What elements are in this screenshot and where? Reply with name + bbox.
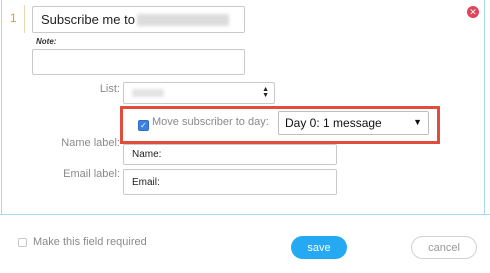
day-select-value: Day 0: 1 message <box>285 116 382 130</box>
move-subscriber-label: Move subscriber to day: <box>152 116 269 128</box>
redacted-list-value <box>132 89 164 97</box>
note-label: Note: <box>36 37 57 46</box>
list-label: List: <box>99 83 120 95</box>
name-label: Name label: <box>61 137 120 149</box>
email-label: Email label: <box>63 168 120 180</box>
redacted-list-name <box>136 13 229 26</box>
name-label-input[interactable]: Name: <box>123 144 337 165</box>
email-label-input[interactable]: Email: <box>123 169 337 195</box>
caret-down-icon: ▼ <box>413 117 422 127</box>
left-border <box>1 0 2 215</box>
email-label-value: Email: <box>132 176 160 188</box>
name-label-value: Name: <box>132 149 162 160</box>
cancel-button[interactable]: cancel <box>411 236 477 259</box>
note-input[interactable] <box>32 49 245 75</box>
save-button[interactable]: save <box>291 236 347 259</box>
close-icon[interactable]: ✕ <box>467 6 479 18</box>
select-arrows-icon: ▲ ▼ <box>262 86 269 99</box>
form-field-editor: 1 ✕ Subscribe me to Note: List: ▲ ▼ ✓ Mov… <box>0 0 490 273</box>
move-subscriber-checkbox[interactable]: ✓ <box>138 120 149 131</box>
right-border <box>484 0 485 215</box>
required-label: Make this field required <box>33 236 147 248</box>
list-select[interactable]: ▲ ▼ <box>123 82 275 104</box>
day-select[interactable]: Day 0: 1 message ▼ <box>278 111 429 135</box>
number-separator <box>24 5 25 33</box>
subject-text: Subscribe me to <box>41 12 135 27</box>
required-checkbox[interactable] <box>18 238 27 247</box>
subject-input[interactable]: Subscribe me to <box>32 6 245 33</box>
field-number: 1 <box>10 11 17 25</box>
footer-divider <box>0 214 490 215</box>
